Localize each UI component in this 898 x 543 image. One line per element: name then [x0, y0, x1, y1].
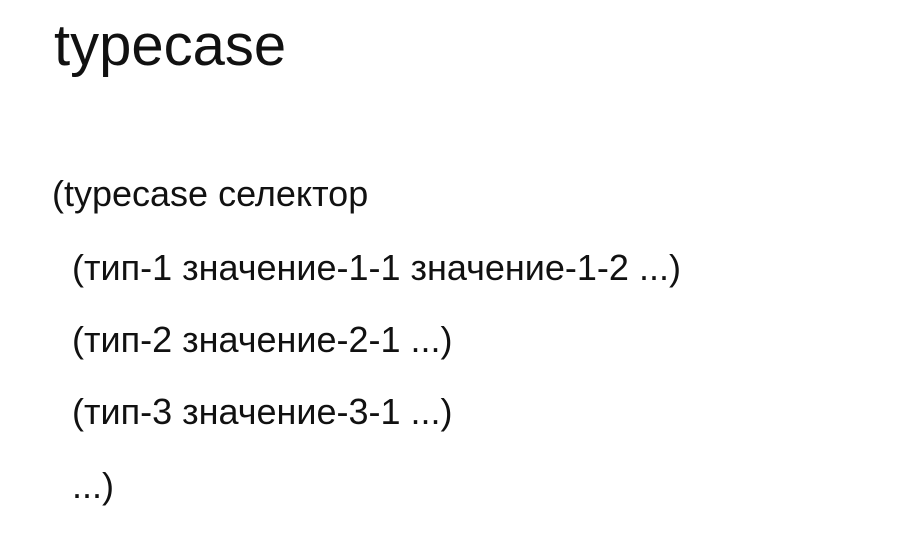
code-line-ellipsis-close: ...) [72, 465, 114, 506]
slide: typecase (typecase селектор (тип-1 значе… [0, 0, 898, 543]
code-line-type-3: (тип-3 значение-3-1 ...) [72, 391, 453, 432]
code-line-type-2: (тип-2 значение-2-1 ...) [72, 319, 453, 360]
slide-title: typecase [54, 13, 287, 78]
code-line-typecase-selector: (typecase селектор [52, 173, 369, 214]
code-line-type-1: (тип-1 значение-1-1 значение-1-2 ...) [72, 247, 681, 288]
